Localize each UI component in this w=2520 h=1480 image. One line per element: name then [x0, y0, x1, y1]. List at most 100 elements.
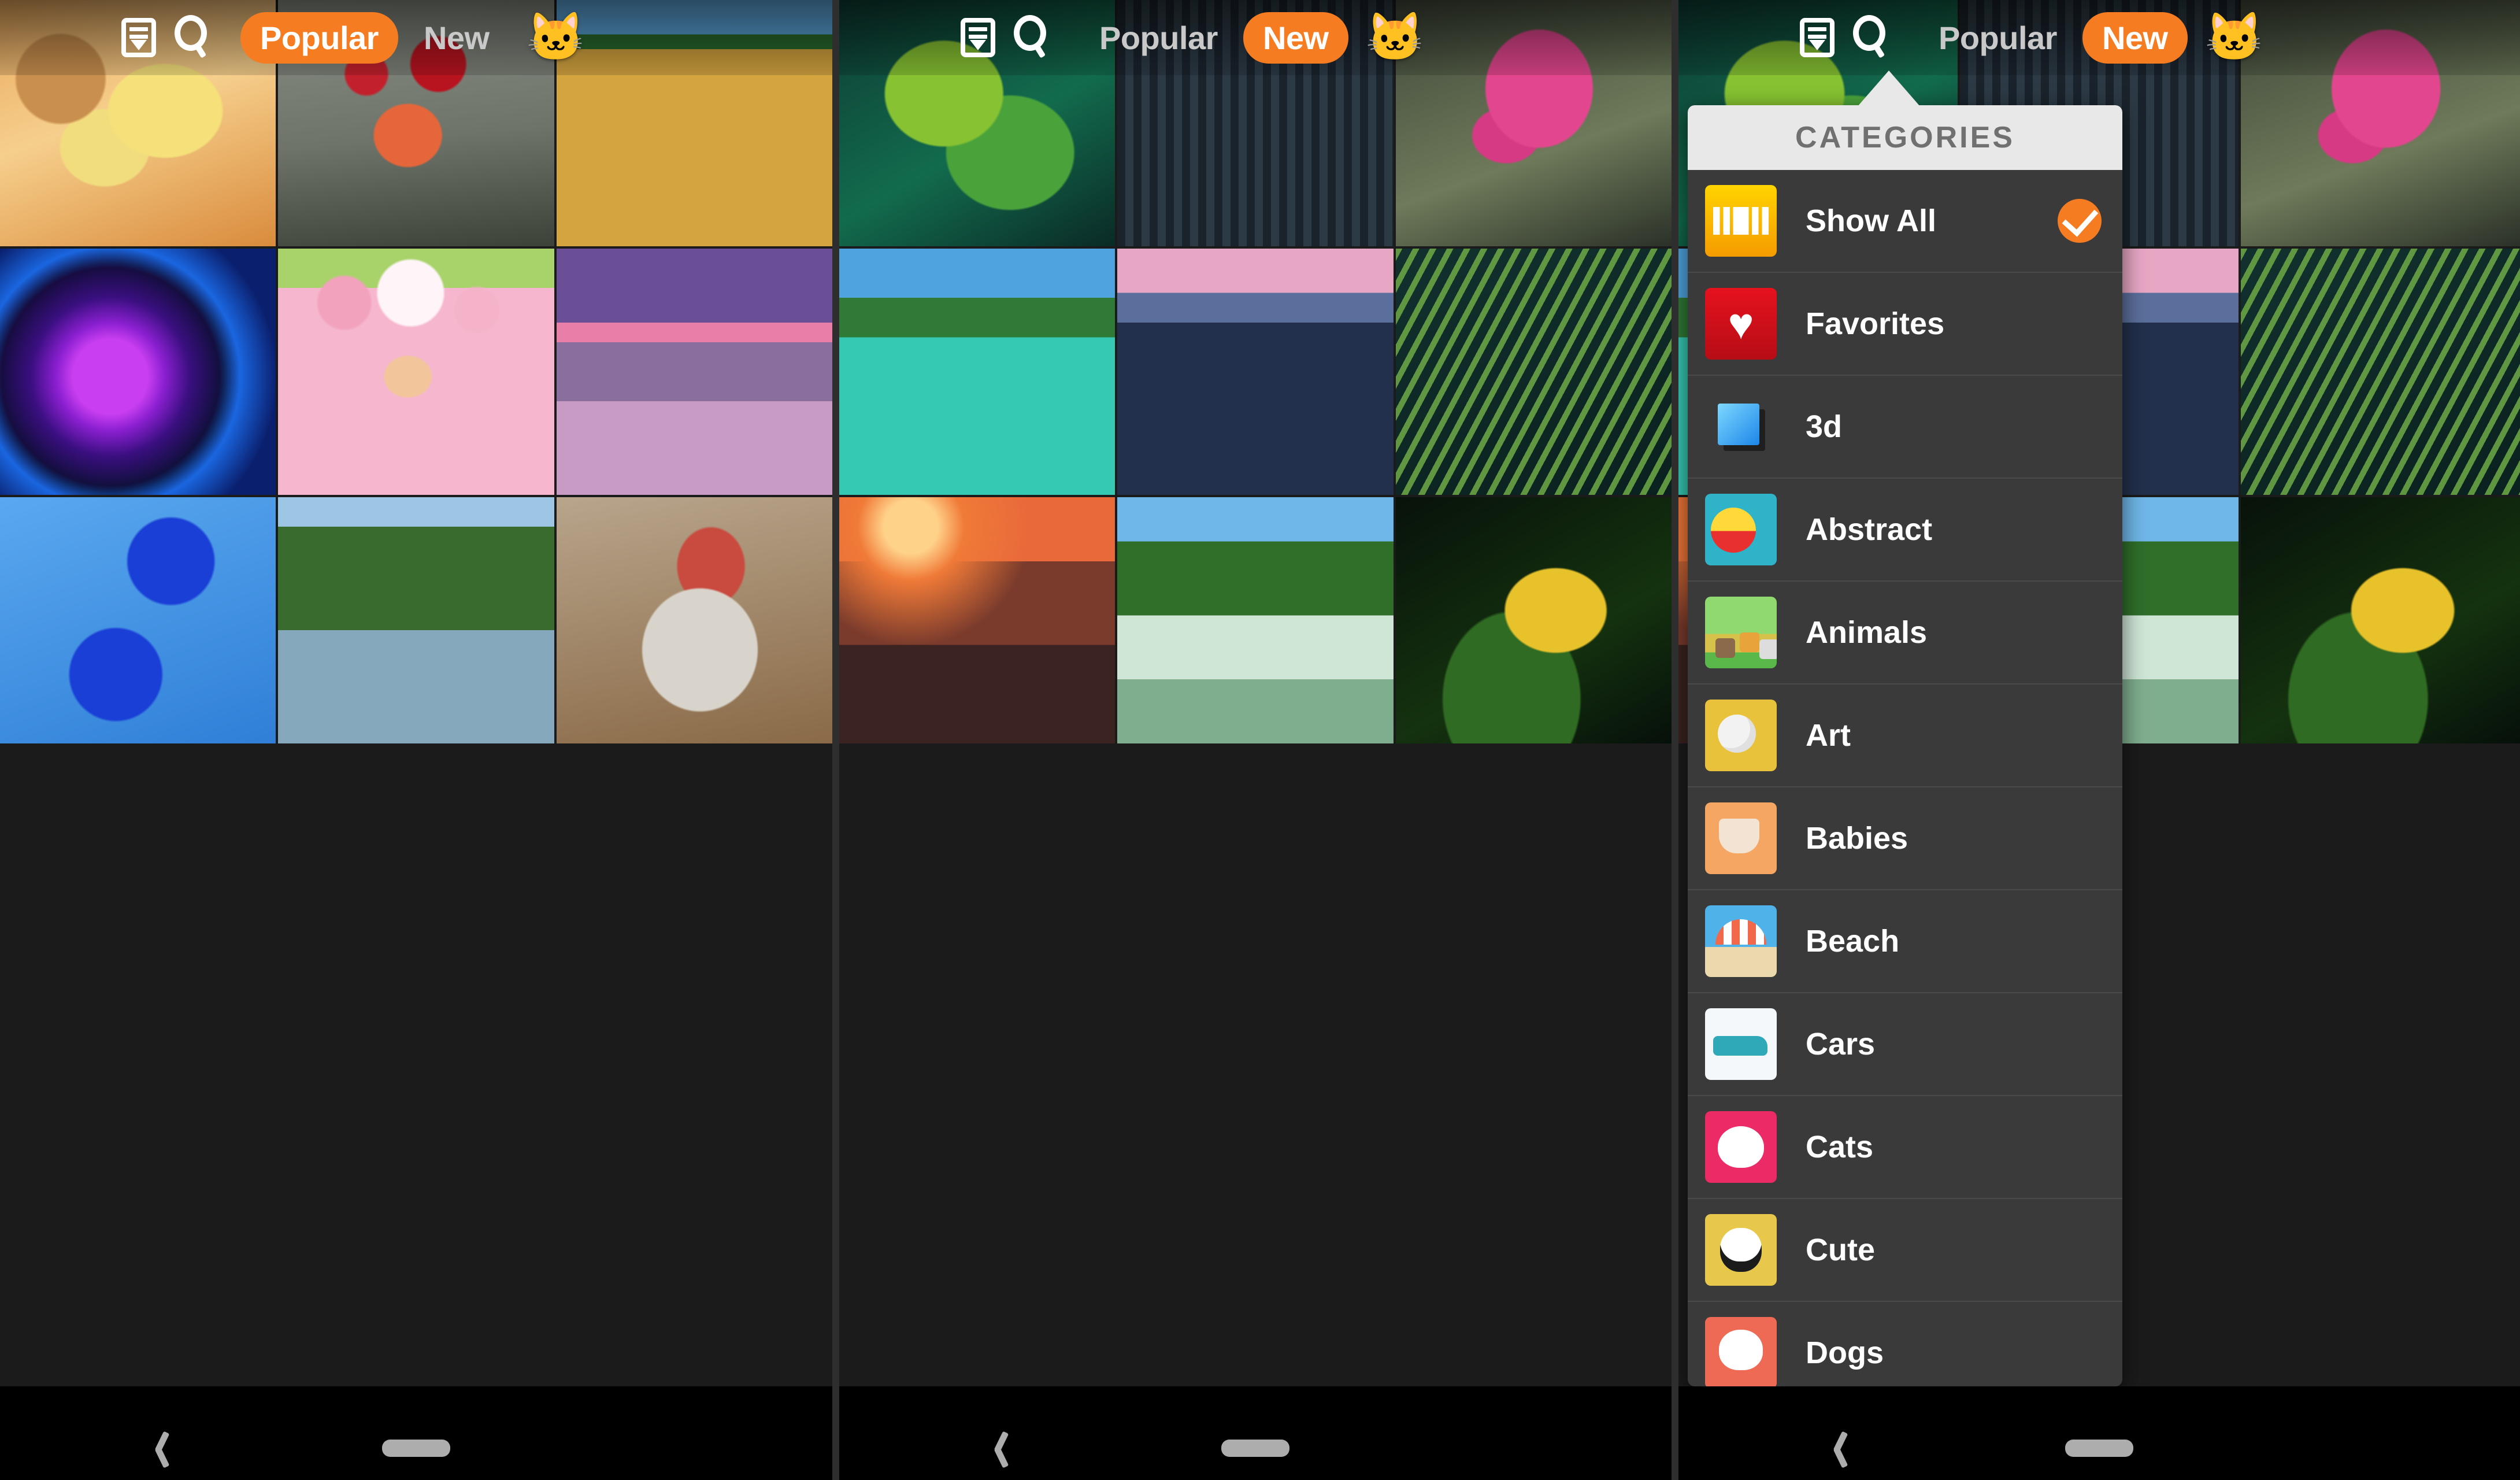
- category-label: Beach: [1806, 924, 1900, 959]
- wallpaper-tile[interactable]: [278, 249, 554, 495]
- feed-tabs: Popular New: [240, 12, 509, 64]
- dog-face-icon: [1705, 1317, 1777, 1386]
- category-row-dogs[interactable]: Dogs: [1688, 1302, 2122, 1386]
- search-icon[interactable]: [1851, 15, 1896, 60]
- tab-new[interactable]: New: [1243, 12, 1348, 64]
- wallpaper-tile[interactable]: [0, 497, 276, 743]
- wallpaper-tile[interactable]: [839, 249, 1116, 495]
- phone-screen-new: Popular New 🐱: [839, 0, 1672, 1480]
- category-label: Cars: [1806, 1027, 1876, 1061]
- wallpaper-tile[interactable]: [2241, 497, 2520, 743]
- categories-popup: CATEGORIES Show All Favorites 3d Abstract An…: [1688, 105, 2122, 1386]
- search-icon[interactable]: [172, 15, 217, 60]
- nav-home-indicator[interactable]: [382, 1440, 450, 1457]
- category-row-3d[interactable]: 3d: [1688, 376, 2122, 479]
- category-row-abstract[interactable]: Abstract: [1688, 479, 2122, 582]
- category-label: Favorites: [1806, 306, 1945, 341]
- wallpaper-grid: [0, 0, 832, 1386]
- category-row-beach[interactable]: Beach: [1688, 890, 2122, 993]
- venice-canal-sunset: [556, 249, 832, 495]
- category-label: Cute: [1806, 1233, 1875, 1267]
- selected-check-icon: [2058, 199, 2102, 243]
- yellow-weaver-bird: [2241, 497, 2520, 743]
- wallpaper-tile[interactable]: [2241, 249, 2520, 495]
- show-all-icon: [1705, 185, 1777, 257]
- abstract-icon: [1705, 494, 1777, 565]
- hamburger-menu-icon[interactable]: [32, 24, 71, 51]
- yellow-weaver-bird: [1395, 497, 1672, 743]
- inbox-tray-icon[interactable]: [957, 16, 999, 60]
- wallpaper-tile[interactable]: [556, 249, 832, 495]
- category-label: Show All: [1806, 204, 1936, 238]
- cat-face-icon: [1705, 1111, 1777, 1183]
- category-row-cute[interactable]: Cute: [1688, 1199, 2122, 1302]
- hearts-icon: [1705, 288, 1777, 360]
- category-label: Cats: [1806, 1130, 1874, 1164]
- nav-back-button[interactable]: [1832, 1431, 1851, 1465]
- hamster-in-knit-hat: [556, 497, 832, 743]
- wallpaper-tile[interactable]: [839, 497, 1116, 743]
- categories-list[interactable]: Show All Favorites 3d Abstract Animals Art Bab…: [1688, 170, 2122, 1386]
- app-header: Popular New 🐱: [0, 0, 832, 75]
- category-row-babies[interactable]: Babies: [1688, 787, 2122, 890]
- dark-green-fern-leaf: [1395, 249, 1672, 495]
- category-row-animals[interactable]: Animals: [1688, 582, 2122, 684]
- panda-icon: [1705, 1214, 1777, 1286]
- animals-icon: [1705, 597, 1777, 668]
- category-row-show-all[interactable]: Show All: [1688, 170, 2122, 273]
- hamburger-menu-icon[interactable]: [872, 24, 910, 51]
- wallpaper-tile[interactable]: [0, 249, 276, 495]
- wallpaper-tile[interactable]: [556, 497, 832, 743]
- categories-title-text: CATEGORIES: [1795, 121, 2015, 154]
- dark-green-fern-leaf: [2241, 249, 2520, 495]
- categories-popup-title: CATEGORIES: [1688, 105, 2122, 170]
- tab-new[interactable]: New: [2082, 12, 2188, 64]
- category-row-cats[interactable]: Cats: [1688, 1096, 2122, 1199]
- system-navigation-bar: [1678, 1386, 2520, 1480]
- tab-popular[interactable]: Popular: [240, 12, 398, 64]
- app-header: Popular New 🐱: [1678, 0, 2520, 75]
- category-label: Babies: [1806, 821, 1908, 856]
- panel-divider-1: [832, 0, 839, 1480]
- umbrella-icon: [1705, 905, 1777, 977]
- popup-pointer-arrow: [1858, 71, 1920, 106]
- butterfly-on-blossom: [278, 249, 554, 495]
- city-skyline-at-dusk: [1117, 249, 1394, 495]
- wallpaper-tile[interactable]: [278, 497, 554, 743]
- category-label: Art: [1806, 718, 1851, 753]
- feed-tabs: Popular New: [1919, 12, 2188, 64]
- cat-emoji-icon[interactable]: 🐱: [2205, 14, 2264, 61]
- cat-emoji-icon[interactable]: 🐱: [527, 14, 585, 61]
- search-icon[interactable]: [1011, 15, 1057, 60]
- inbox-tray-icon[interactable]: [1796, 16, 1838, 60]
- hamburger-menu-icon[interactable]: [1711, 24, 1749, 51]
- category-label: Animals: [1806, 615, 1928, 650]
- nav-home-indicator[interactable]: [1221, 1440, 1289, 1457]
- cat-emoji-icon[interactable]: 🐱: [1366, 14, 1425, 61]
- wallpaper-tile[interactable]: [1395, 497, 1672, 743]
- category-label: 3d: [1806, 409, 1843, 444]
- nav-back-button[interactable]: [992, 1431, 1012, 1465]
- tab-new[interactable]: New: [404, 12, 509, 64]
- cube-icon: [1705, 391, 1777, 462]
- system-navigation-bar: [839, 1386, 1672, 1480]
- feed-tabs: Popular New: [1080, 12, 1348, 64]
- phone-screen-popular: Popular New 🐱: [0, 0, 832, 1480]
- tab-popular[interactable]: Popular: [1080, 12, 1237, 64]
- wallpaper-tile[interactable]: [1395, 249, 1672, 495]
- nav-back-button[interactable]: [153, 1431, 173, 1465]
- palette-icon: [1705, 700, 1777, 771]
- wallpaper-tile[interactable]: [1117, 497, 1394, 743]
- category-row-cars[interactable]: Cars: [1688, 993, 2122, 1096]
- category-label: Abstract: [1806, 512, 1933, 547]
- app-header: Popular New 🐱: [839, 0, 1672, 75]
- wallpaper-tile[interactable]: [1117, 249, 1394, 495]
- tab-popular[interactable]: Popular: [1919, 12, 2077, 64]
- wallpaper-grid: [839, 0, 1672, 1386]
- category-label: Dogs: [1806, 1335, 1884, 1370]
- inbox-tray-icon[interactable]: [118, 16, 160, 60]
- category-row-art[interactable]: Art: [1688, 684, 2122, 787]
- nav-home-indicator[interactable]: [2065, 1440, 2133, 1457]
- category-row-favorites[interactable]: Favorites: [1688, 273, 2122, 376]
- jungle-waterfall: [1117, 497, 1394, 743]
